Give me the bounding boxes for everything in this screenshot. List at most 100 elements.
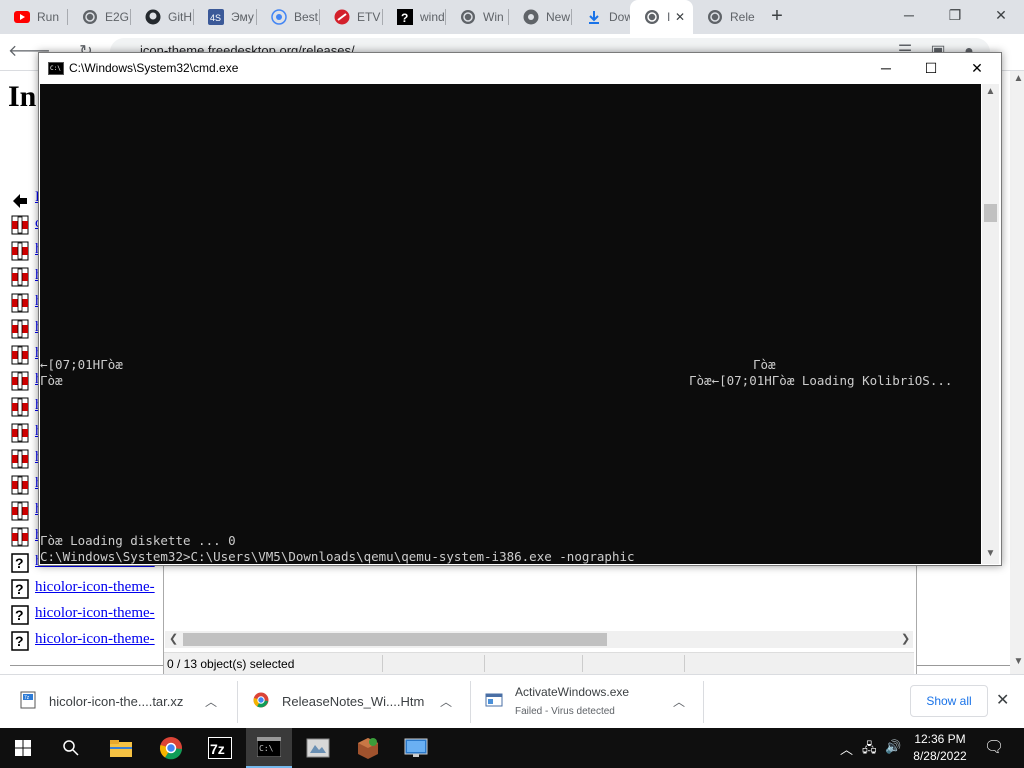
search-button[interactable] xyxy=(48,728,94,768)
cmd-close-button[interactable]: ✕ xyxy=(954,53,1000,83)
cmd-maximize-button[interactable]: ☐ xyxy=(908,53,954,83)
svg-text:?: ? xyxy=(401,11,408,25)
taskbar-app-active[interactable]: C:\ xyxy=(246,728,292,768)
tab-label: Best xyxy=(294,10,319,24)
scroll-down-icon[interactable]: ▼ xyxy=(982,548,999,559)
chevron-up-icon[interactable]: ︿ xyxy=(673,693,685,710)
tab-label: wind xyxy=(420,10,445,24)
download-item[interactable]: ReleaseNotes_Wi....Htm ︿ xyxy=(238,675,470,729)
download-status: Failed - Virus detected xyxy=(515,706,615,717)
download-item[interactable]: ActivateWindows.exe Failed - Virus detec… xyxy=(471,675,703,729)
browser-tab[interactable]: Dow xyxy=(572,0,630,34)
monitor-icon xyxy=(404,738,428,757)
scroll-up-icon[interactable]: ▲ xyxy=(1010,73,1024,84)
selection-status: 0 / 13 object(s) selected xyxy=(167,657,295,671)
svg-text:7z: 7z xyxy=(210,741,225,757)
tab-label: I xyxy=(667,10,671,24)
globe-icon xyxy=(707,9,723,25)
tab-label: E2G xyxy=(105,10,130,24)
windows-logo-icon xyxy=(15,740,31,756)
unknown-file-icon: ? xyxy=(11,553,29,573)
minimize-button[interactable]: ─ xyxy=(886,0,932,30)
browser-tab[interactable]: Win xyxy=(446,0,509,34)
globe-icon xyxy=(271,9,287,25)
tab-label: ETV xyxy=(357,10,381,24)
browser-tab[interactable]: Best xyxy=(257,0,320,34)
browser-tab[interactable]: ETV xyxy=(320,0,383,34)
console-line: Гòæ xyxy=(40,373,63,388)
taskbar-app[interactable]: 7z xyxy=(197,728,243,768)
tab-label: Эму xyxy=(231,10,254,24)
question-icon: ? xyxy=(397,9,413,25)
console-line: ←[07;01HГòæ xyxy=(40,357,123,372)
new-tab-button[interactable]: + xyxy=(765,4,789,28)
browser-tab-active[interactable]: I ✕ xyxy=(630,0,693,34)
taskbar-app[interactable] xyxy=(148,728,194,768)
page-scrollbar[interactable]: ▲ ▼ xyxy=(1010,71,1024,674)
archive-icon xyxy=(11,267,29,287)
archive-icon xyxy=(11,345,29,365)
taskbar-app[interactable] xyxy=(393,728,439,768)
file-explorer-icon xyxy=(110,740,132,757)
tab-label: New xyxy=(546,10,571,24)
chevron-up-icon[interactable]: ︿ xyxy=(205,693,217,710)
taskbar-app[interactable] xyxy=(295,728,341,768)
svg-text:?: ? xyxy=(15,633,24,649)
svg-text:7z: 7z xyxy=(24,695,30,701)
download-filename: ActivateWindows.exe xyxy=(515,685,630,699)
chrome-icon xyxy=(523,9,539,25)
archive-file-icon: 7z xyxy=(20,691,36,709)
archive-icon xyxy=(11,371,29,391)
show-all-button[interactable]: Show all xyxy=(910,685,988,717)
browser-tab[interactable]: 4S Эму xyxy=(194,0,257,34)
taskbar-app[interactable] xyxy=(98,728,144,768)
youtube-icon xyxy=(14,9,30,25)
file-link[interactable]: hicolor-icon-theme- xyxy=(35,605,155,622)
archive-icon xyxy=(11,215,29,235)
scroll-down-icon[interactable]: ▼ xyxy=(1010,656,1024,667)
download-bar: 7z hicolor-icon-the....tar.xz ︿ ReleaseN… xyxy=(0,674,1024,729)
archive-icon xyxy=(11,423,29,443)
console-line: Гòæ←[07;01HГòæ Loading KolibriOS... xyxy=(689,373,953,388)
browser-tab[interactable]: New xyxy=(509,0,572,34)
globe-icon xyxy=(460,9,476,25)
browser-tab[interactable]: ? wind xyxy=(383,0,446,34)
file-link[interactable]: hicolor-icon-theme- xyxy=(35,579,155,596)
console-line: Гòæ Loading diskette ... 0 xyxy=(40,533,236,548)
notifications-icon[interactable]: 🗨 xyxy=(984,737,1004,757)
svg-text:?: ? xyxy=(15,607,24,623)
file-link[interactable]: hicolor-icon-theme- xyxy=(35,631,155,648)
scrollbar-thumb[interactable] xyxy=(183,633,607,646)
restore-button[interactable]: ❐ xyxy=(932,0,978,30)
console-output[interactable]: ←[07;01HГòæ Гòæ Гòæ Гòæ←[07;01HГòæ Loadi… xyxy=(40,84,981,564)
close-tab-icon[interactable]: ✕ xyxy=(675,10,685,24)
chevron-up-icon[interactable]: ︿ xyxy=(440,693,452,710)
taskbar-app[interactable] xyxy=(345,728,391,768)
back-icon[interactable]: 🡐 xyxy=(8,40,51,64)
show-hidden-icons-icon[interactable]: ︿ xyxy=(840,739,853,758)
7zip-icon: 7z xyxy=(208,737,232,759)
cmd-titlebar[interactable]: C:\ C:\Windows\System32\cmd.exe ─ ☐ ✕ xyxy=(39,53,1001,83)
network-icon[interactable]: 🖧 xyxy=(862,739,877,761)
cmd-scrollbar[interactable]: ▲ ▼ xyxy=(982,84,999,564)
clock[interactable]: 12:36 PM 8/28/2022 xyxy=(905,731,975,765)
search-icon xyxy=(63,740,79,756)
scrollbar-thumb[interactable] xyxy=(984,204,997,222)
github-icon xyxy=(145,9,161,25)
cmd-minimize-button[interactable]: ─ xyxy=(863,53,909,83)
archive-icon xyxy=(11,501,29,521)
close-button[interactable]: ✕ xyxy=(978,0,1024,30)
scroll-up-icon[interactable]: ▲ xyxy=(982,86,999,97)
browser-tab[interactable]: Rele xyxy=(693,0,755,34)
tab-label: GitH xyxy=(168,10,192,24)
browser-tab[interactable]: GitH xyxy=(131,0,194,34)
browser-tab[interactable]: Run xyxy=(0,0,68,34)
close-download-bar-icon[interactable]: ✕ xyxy=(996,690,1009,710)
scroll-left-icon[interactable]: ❮ xyxy=(169,632,178,645)
browser-tab[interactable]: E2G xyxy=(68,0,131,34)
download-item[interactable]: 7z hicolor-icon-the....tar.xz ︿ xyxy=(0,675,237,729)
start-button[interactable] xyxy=(0,728,46,768)
volume-icon[interactable]: 🔊 xyxy=(885,739,901,755)
svg-text:C:\: C:\ xyxy=(259,744,274,753)
scroll-right-icon[interactable]: ❯ xyxy=(901,632,910,645)
